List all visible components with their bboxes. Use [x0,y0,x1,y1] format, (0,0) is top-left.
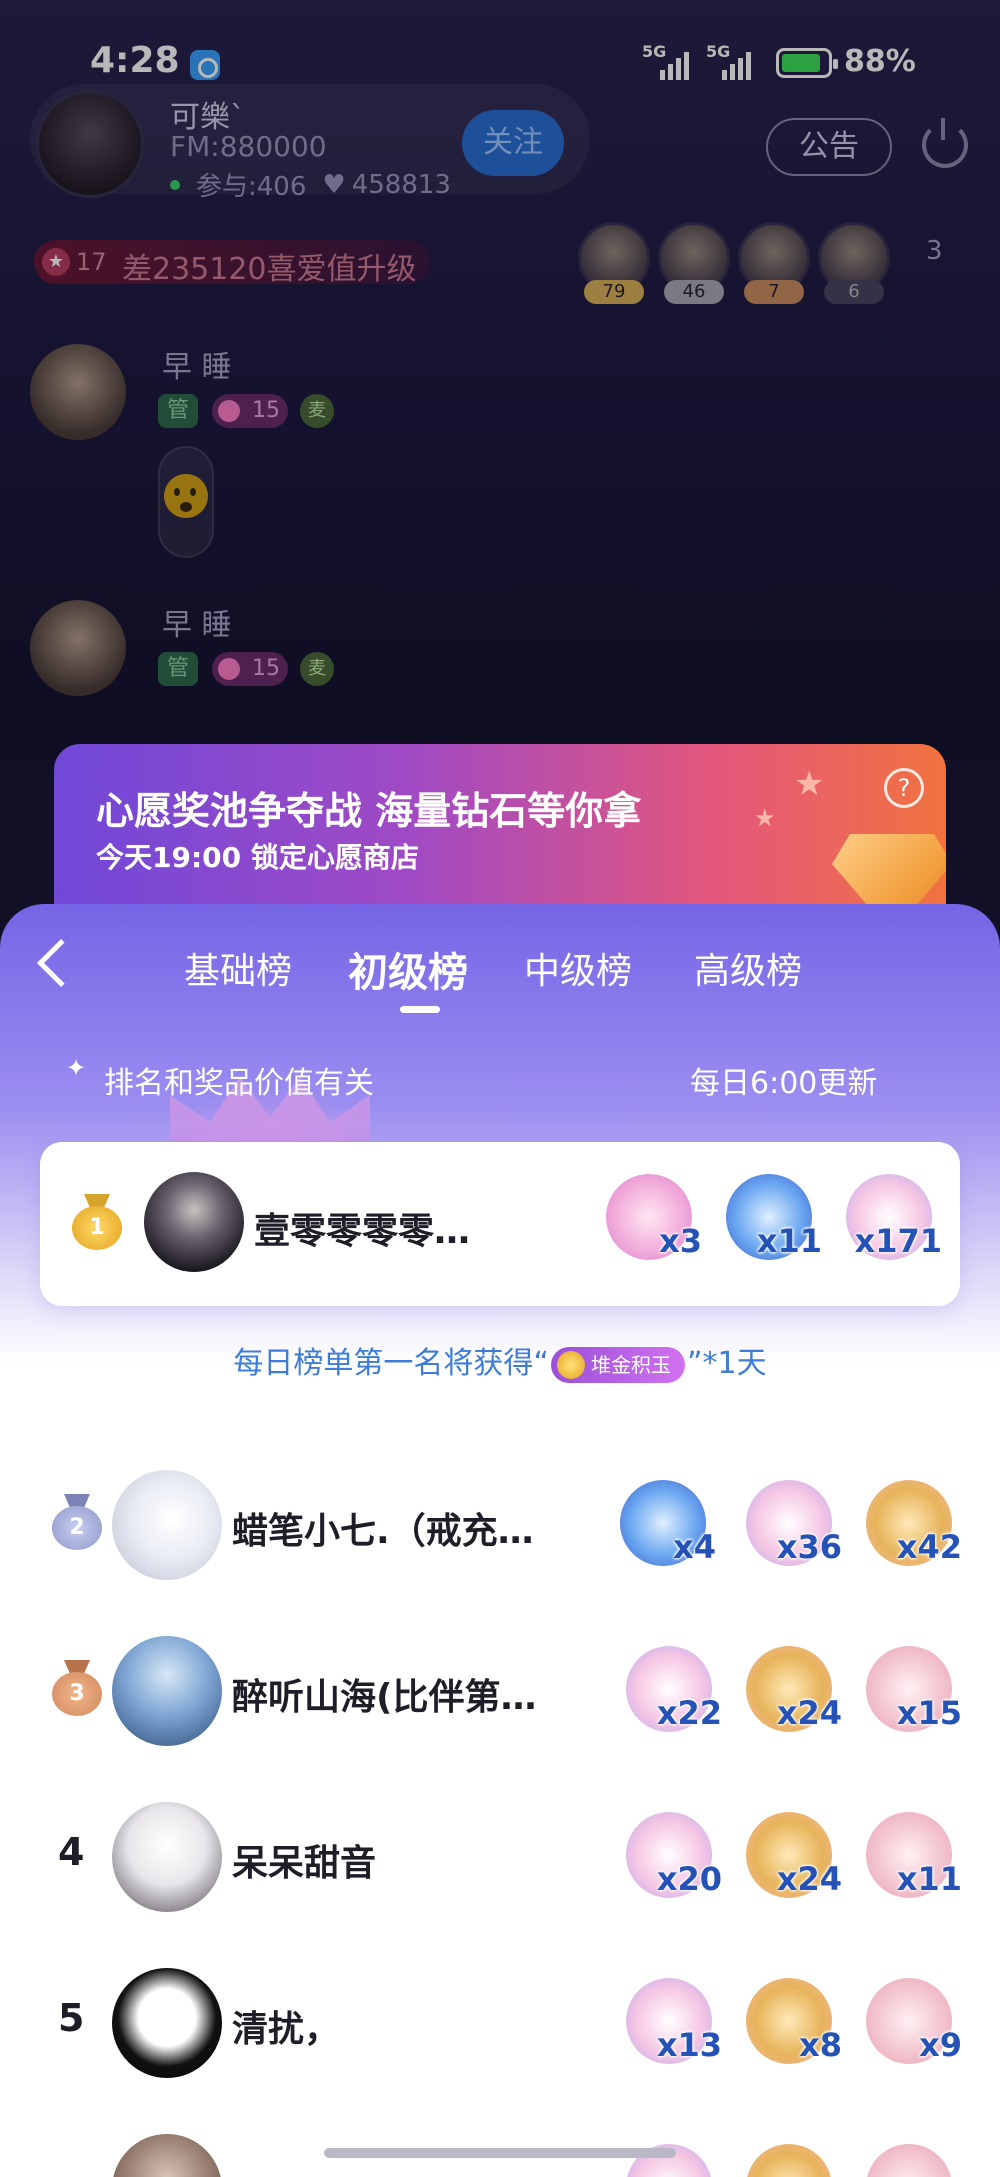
carousel-gift-icon: x20 [620,1808,722,1908]
gift-count: x11 [896,1860,962,1898]
user-avatar[interactable] [112,1968,222,2078]
ranking-hint: 排名和奖品价值有关 [104,1066,374,1101]
crystal-ball-gift-icon: x11 [720,1170,822,1270]
user-name: 壹零零零零零零 [254,1211,494,1252]
carousel-gift-icon: x36 [740,1476,842,1576]
user-name: 呆呆甜音 [232,1843,377,1884]
banner-subtitle: 今天19:00 锁定心愿商店 [96,841,419,874]
umbrella-gift-icon: x11 [860,1808,962,1908]
gift-count: x171 [854,1222,942,1260]
gold-ingot-gift-icon: x8 [740,1974,842,2074]
home-indicator[interactable] [324,2148,676,2158]
umbrella-gift-icon: x9 [860,1974,962,2074]
rank-number: 5 [58,1996,85,2040]
tab-advanced[interactable]: 高级榜 [694,942,802,994]
rank-number: 4 [58,1830,85,1874]
first-place-reward-note: 每日榜单第一名将获得“ 堆金积玉 ”*1天 [0,1338,1000,1383]
user-avatar[interactable] [144,1172,244,1272]
rank-row[interactable] [0,2106,1000,2177]
user-avatar[interactable] [112,1470,222,1580]
help-icon[interactable]: ? [884,768,924,808]
user-name: 清扰， [232,2009,341,2050]
gift-count: x20 [656,1860,722,1898]
gift-count: x15 [896,1694,962,1732]
gold-medal-icon: 1 [72,1194,122,1250]
sparkle-icon: ✦ [66,1054,87,1082]
gift-count: x36 [776,1528,842,1566]
carousel-gift-icon [620,2140,720,2177]
tab-intermediate[interactable]: 中级榜 [524,942,632,994]
star-icon: ★ [794,764,825,804]
crystal-ball-gift-icon: x4 [614,1476,716,1576]
carousel-gift-icon: x22 [620,1642,722,1742]
bronze-medal-icon: 3 [52,1660,102,1716]
rank-row[interactable]: 3 醉听山海(比伴第… x22 x24 x15 [0,1608,1000,1768]
update-time: 每日6:00更新 [690,1066,878,1101]
carousel-gift-icon: x171 [840,1170,942,1270]
umbrella-gift-icon: x15 [860,1642,962,1742]
star-icon: ★ [754,804,776,832]
user-name: 醉听山海(比伴第… [232,1677,537,1718]
tab-junior[interactable]: 初级榜 [348,940,468,998]
leaderboard-sheet: 基础榜 初级榜 中级榜 高级榜 ✦ 排名和奖品价值有关 每日6:00更新 1 壹… [0,904,1000,2177]
gift-count: x3 [659,1222,702,1260]
user-avatar[interactable] [112,1636,222,1746]
silver-medal-icon: 2 [52,1494,102,1550]
gold-ingot-gift-icon: x42 [860,1476,962,1576]
carousel-gift-icon: x13 [620,1974,722,2074]
active-tab-indicator [400,1006,440,1013]
rank-row[interactable]: 4 呆呆甜音 x20 x24 x11 [0,1774,1000,1934]
reward-prefix: 每日榜单第一名将获得“ [233,1346,549,1381]
leaderboard-tabs: 基础榜 初级榜 中级榜 高级榜 [0,942,1000,1002]
gold-ingot-gift-icon [740,2140,840,2177]
gift-count: x13 [656,2026,722,2064]
gift-count: x42 [896,1528,962,1566]
rank-1-card[interactable]: 1 壹零零零零零零 x3 x11 x171 [40,1142,960,1306]
ferris-wheel-gift-icon: x3 [600,1170,702,1270]
reward-badge: 堆金积玉 [550,1346,685,1383]
tab-basic[interactable]: 基础榜 [184,942,292,994]
gift-count: x24 [776,1694,842,1732]
umbrella-gift-icon [860,2140,960,2177]
gift-count: x8 [799,2026,842,2064]
user-name: 蜡笔小七.（戒充… [232,1511,534,1552]
gift-count: x24 [776,1860,842,1898]
user-avatar[interactable] [112,2134,222,2177]
user-avatar[interactable] [112,1802,222,1912]
gift-count: x9 [919,2026,962,2064]
gold-ingot-gift-icon: x24 [740,1642,842,1742]
gold-ingot-gift-icon: x24 [740,1808,842,1908]
gift-count: x22 [656,1694,722,1732]
rank-row[interactable]: 5 清扰， x13 x8 x9 [0,1940,1000,2100]
gift-count: x11 [756,1222,822,1260]
gift-count: x4 [673,1528,716,1566]
reward-suffix: ”*1天 [686,1346,767,1381]
banner-title: 心愿奖池争夺战 海量钻石等你拿 [96,789,642,833]
rank-row[interactable]: 2 蜡笔小七.（戒充… x4 x36 x42 [0,1442,1000,1602]
